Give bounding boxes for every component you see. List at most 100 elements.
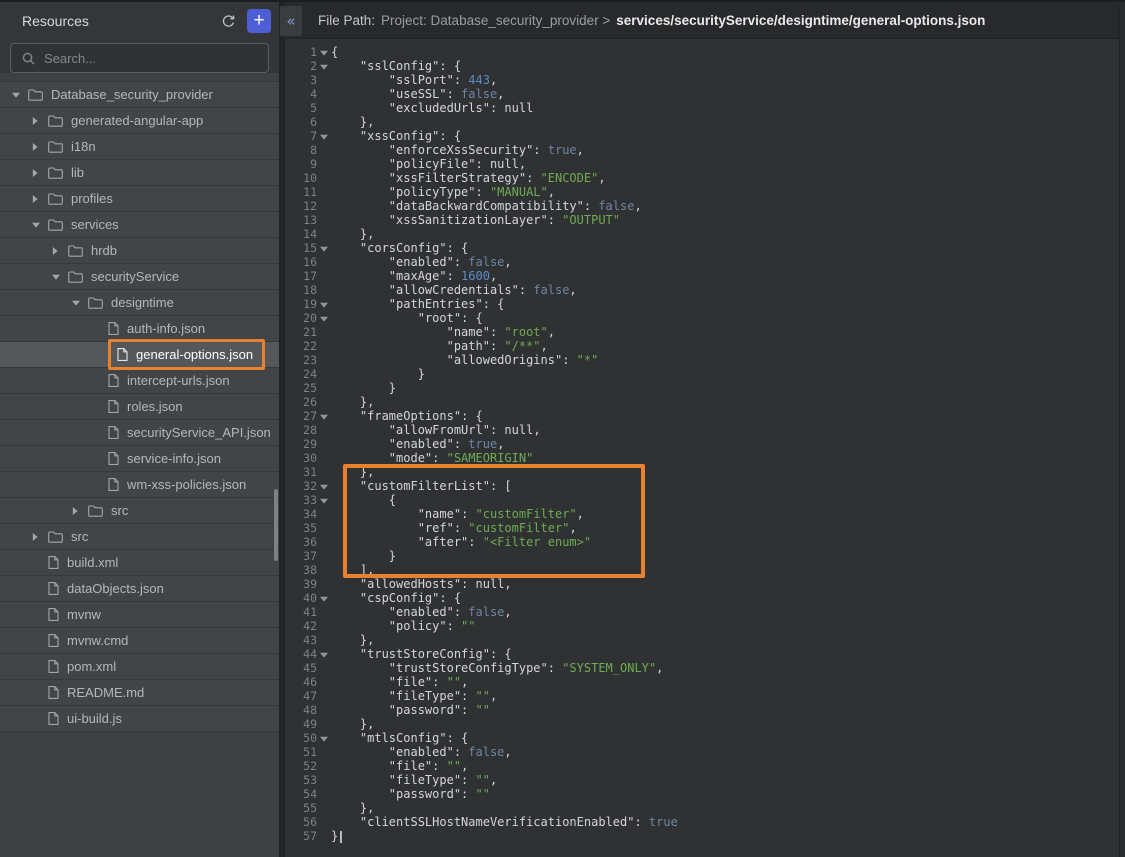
search-input[interactable] — [42, 50, 246, 67]
code-line-6[interactable]: 6 }, — [285, 115, 1125, 129]
code-line-10[interactable]: 10 "xssFilterStrategy": "ENCODE", — [285, 171, 1125, 185]
tree-item-Database_security_provider[interactable]: Database_security_provider — [0, 82, 279, 108]
refresh-icon[interactable] — [217, 10, 239, 32]
code-line-47[interactable]: 47 "fileType": "", — [285, 689, 1125, 703]
code-line-9[interactable]: 9 "policyFile": null, — [285, 157, 1125, 171]
code-line-27[interactable]: 27 "frameOptions": { — [285, 409, 1125, 423]
code-line-39[interactable]: 39 "allowedHosts": null, — [285, 577, 1125, 591]
code-line-12[interactable]: 12 "dataBackwardCompatibility": false, — [285, 199, 1125, 213]
tree-item-generated-angular-app[interactable]: generated-angular-app — [0, 108, 279, 134]
code-line-49[interactable]: 49 }, — [285, 717, 1125, 731]
code-line-5[interactable]: 5 "excludedUrls": null — [285, 101, 1125, 115]
chevron-right-icon[interactable] — [32, 533, 48, 541]
code-line-53[interactable]: 53 "fileType": "", — [285, 773, 1125, 787]
chevron-down-icon[interactable] — [72, 300, 88, 306]
fold-chevron-icon[interactable] — [317, 647, 331, 661]
fold-chevron-icon[interactable] — [317, 59, 331, 73]
tree-item-designtime[interactable]: designtime — [0, 290, 279, 316]
tree-item-wm-xss-policies.json[interactable]: wm-xss-policies.json — [0, 472, 279, 498]
chevron-down-icon[interactable] — [32, 222, 48, 228]
collapse-sidebar-button[interactable]: « — [280, 6, 302, 36]
code-line-18[interactable]: 18 "allowCredentials": false, — [285, 283, 1125, 297]
code-line-13[interactable]: 13 "xssSanitizationLayer": "OUTPUT" — [285, 213, 1125, 227]
code-line-46[interactable]: 46 "file": "", — [285, 675, 1125, 689]
code-line-51[interactable]: 51 "enabled": false, — [285, 745, 1125, 759]
code-line-8[interactable]: 8 "enforceXssSecurity": true, — [285, 143, 1125, 157]
code-line-45[interactable]: 45 "trustStoreConfigType": "SYSTEM_ONLY"… — [285, 661, 1125, 675]
chevron-right-icon[interactable] — [32, 117, 48, 125]
fold-chevron-icon[interactable] — [317, 241, 331, 255]
code-line-2[interactable]: 2 "sslConfig": { — [285, 59, 1125, 73]
code-line-57[interactable]: 57} — [285, 829, 1125, 843]
code-line-3[interactable]: 3 "sslPort": 443, — [285, 73, 1125, 87]
code-line-21[interactable]: 21 "name": "root", — [285, 325, 1125, 339]
code-line-32[interactable]: 32 "customFilterList": [ — [285, 479, 1125, 493]
tree-item-dataObjects.json[interactable]: dataObjects.json — [0, 576, 279, 602]
chevron-down-icon[interactable] — [12, 92, 28, 98]
code-line-25[interactable]: 25 } — [285, 381, 1125, 395]
fold-chevron-icon[interactable] — [317, 311, 331, 325]
fold-chevron-icon[interactable] — [317, 297, 331, 311]
code-line-36[interactable]: 36 "after": "<Filter enum>" — [285, 535, 1125, 549]
code-line-40[interactable]: 40 "cspConfig": { — [285, 591, 1125, 605]
search-box[interactable] — [10, 43, 269, 73]
tree-item-service-info.json[interactable]: service-info.json — [0, 446, 279, 472]
code-line-15[interactable]: 15 "corsConfig": { — [285, 241, 1125, 255]
code-line-14[interactable]: 14 }, — [285, 227, 1125, 241]
code-line-16[interactable]: 16 "enabled": false, — [285, 255, 1125, 269]
code-line-24[interactable]: 24 } — [285, 367, 1125, 381]
tree-item-mvnw.cmd[interactable]: mvnw.cmd — [0, 628, 279, 654]
tree-item-i18n[interactable]: i18n — [0, 134, 279, 160]
fold-chevron-icon[interactable] — [317, 409, 331, 423]
code-line-19[interactable]: 19 "pathEntries": { — [285, 297, 1125, 311]
chevron-down-icon[interactable] — [52, 274, 68, 280]
tree-item-hrdb[interactable]: hrdb — [0, 238, 279, 264]
tree-item-securityService_API.json[interactable]: securityService_API.json — [0, 420, 279, 446]
code-editor[interactable]: 1{2 "sslConfig": {3 "sslPort": 443,4 "us… — [285, 39, 1125, 843]
code-line-55[interactable]: 55 }, — [285, 801, 1125, 815]
chevron-right-icon[interactable] — [72, 507, 88, 515]
code-line-1[interactable]: 1{ — [285, 45, 1125, 59]
code-line-52[interactable]: 52 "file": "", — [285, 759, 1125, 773]
tree-item-src[interactable]: src — [0, 498, 279, 524]
sidebar-scrollbar-thumb[interactable] — [274, 489, 278, 561]
code-line-17[interactable]: 17 "maxAge": 1600, — [285, 269, 1125, 283]
code-line-42[interactable]: 42 "policy": "" — [285, 619, 1125, 633]
tree-item-lib[interactable]: lib — [0, 160, 279, 186]
fold-chevron-icon[interactable] — [317, 479, 331, 493]
code-line-37[interactable]: 37 } — [285, 549, 1125, 563]
code-line-28[interactable]: 28 "allowFromUrl": null, — [285, 423, 1125, 437]
code-line-29[interactable]: 29 "enabled": true, — [285, 437, 1125, 451]
code-line-11[interactable]: 11 "policyType": "MANUAL", — [285, 185, 1125, 199]
tree-item-README.md[interactable]: README.md — [0, 680, 279, 706]
chevron-right-icon[interactable] — [32, 169, 48, 177]
code-line-33[interactable]: 33 { — [285, 493, 1125, 507]
tree-item-mvnw[interactable]: mvnw — [0, 602, 279, 628]
code-line-7[interactable]: 7 "xssConfig": { — [285, 129, 1125, 143]
tree-item-profiles[interactable]: profiles — [0, 186, 279, 212]
add-resource-button[interactable]: + — [247, 9, 271, 33]
tree-item-intercept-urls.json[interactable]: intercept-urls.json — [0, 368, 279, 394]
code-line-38[interactable]: 38 ], — [285, 563, 1125, 577]
tree-item-services[interactable]: services — [0, 212, 279, 238]
chevron-right-icon[interactable] — [32, 195, 48, 203]
code-line-34[interactable]: 34 "name": "customFilter", — [285, 507, 1125, 521]
tree-item-pom.xml[interactable]: pom.xml — [0, 654, 279, 680]
fold-chevron-icon[interactable] — [317, 129, 331, 143]
fold-chevron-icon[interactable] — [317, 731, 331, 745]
fold-chevron-icon[interactable] — [317, 591, 331, 605]
code-line-31[interactable]: 31 }, — [285, 465, 1125, 479]
code-line-41[interactable]: 41 "enabled": false, — [285, 605, 1125, 619]
tree-item-build.xml[interactable]: build.xml — [0, 550, 279, 576]
code-line-43[interactable]: 43 }, — [285, 633, 1125, 647]
code-line-50[interactable]: 50 "mtlsConfig": { — [285, 731, 1125, 745]
tree-item-src[interactable]: src — [0, 524, 279, 550]
code-line-4[interactable]: 4 "useSSL": false, — [285, 87, 1125, 101]
tree-item-roles.json[interactable]: roles.json — [0, 394, 279, 420]
chevron-right-icon[interactable] — [32, 143, 48, 151]
code-line-56[interactable]: 56 "clientSSLHostNameVerificationEnabled… — [285, 815, 1125, 829]
code-line-54[interactable]: 54 "password": "" — [285, 787, 1125, 801]
editor-scrollbar-track[interactable] — [1119, 2, 1125, 857]
code-line-22[interactable]: 22 "path": "/**", — [285, 339, 1125, 353]
tree-item-securityService[interactable]: securityService — [0, 264, 279, 290]
